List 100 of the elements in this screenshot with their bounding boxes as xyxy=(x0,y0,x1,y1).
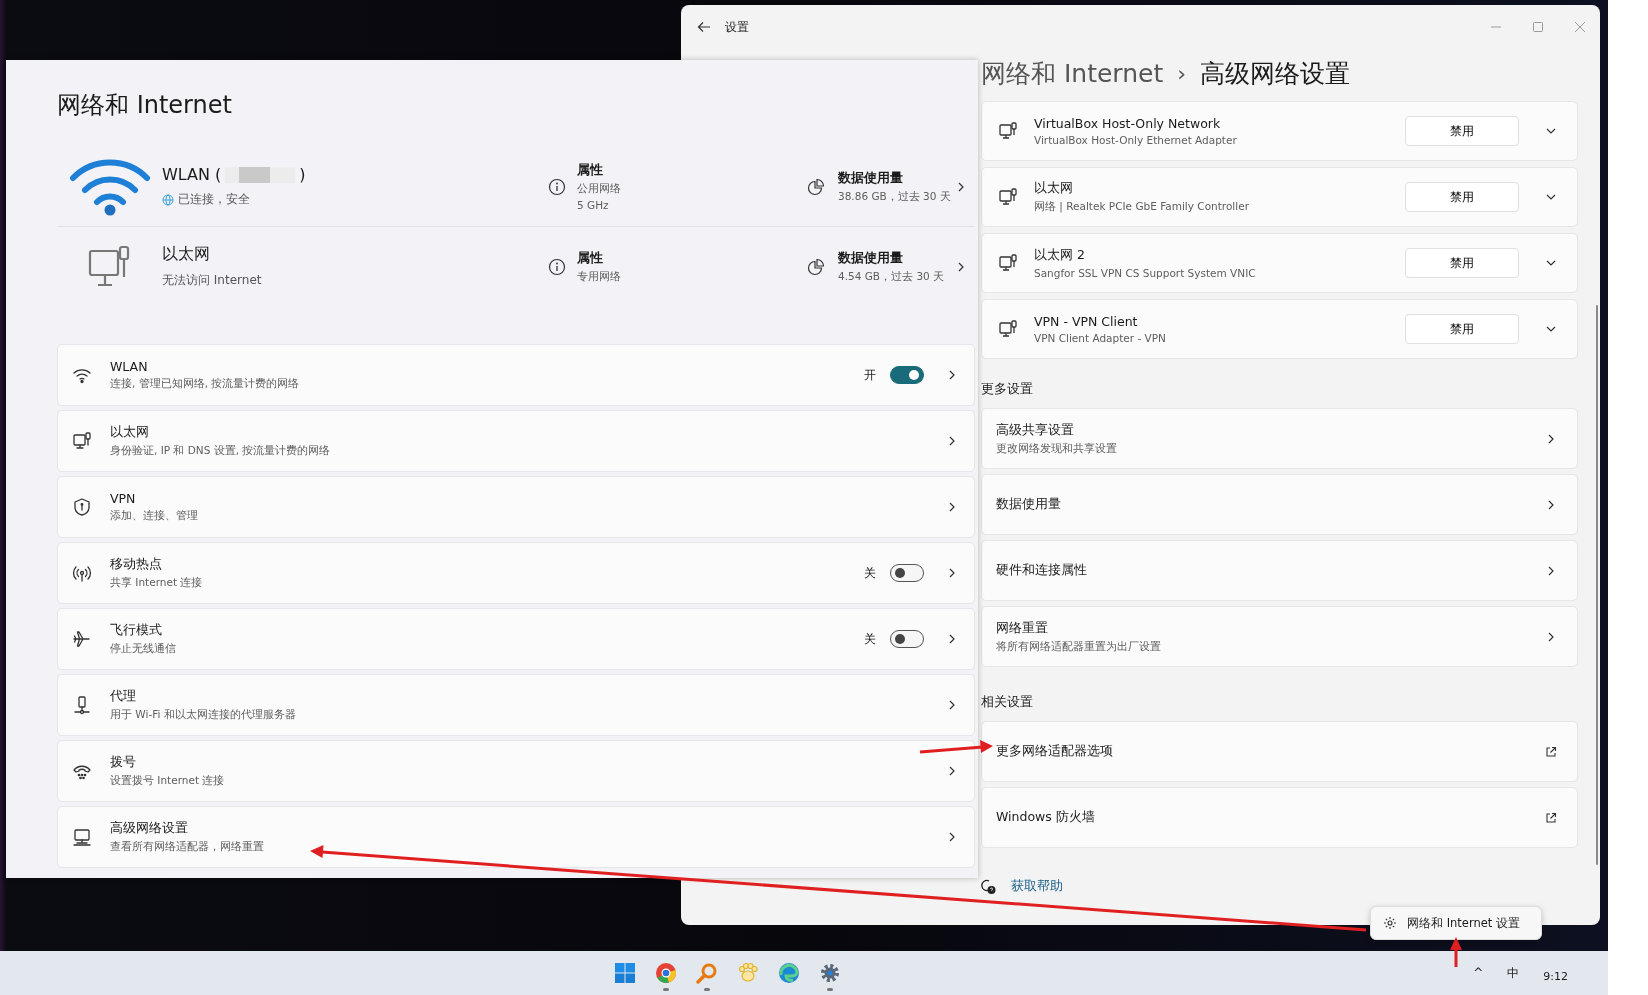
stand-icon xyxy=(72,695,92,715)
adapter-name: 以太网 xyxy=(1034,180,1074,197)
airplane-icon xyxy=(72,629,92,649)
setting-title: 以太网 xyxy=(110,424,150,441)
setting-title: 飞行模式 xyxy=(110,622,163,639)
settings-card[interactable]: 代理 用于 Wi-Fi 和以太网连接的代理服务器 xyxy=(57,674,975,736)
clock[interactable]: 9:12 xyxy=(1543,969,1568,983)
adapter-description: 网络 | Realtek PCIe GbE Family Controller xyxy=(1034,200,1250,214)
settings-card[interactable]: VPN 添加、连接、管理 xyxy=(57,476,975,538)
data-usage-value: 38.86 GB，过去 30 天 xyxy=(838,189,952,204)
disable-button[interactable]: 禁用 xyxy=(1405,116,1519,146)
browser-icon[interactable] xyxy=(655,962,677,984)
breadcrumb-separator: › xyxy=(1177,60,1187,86)
section-heading: 更多设置 xyxy=(981,380,1034,398)
setting-description: 更改网络发现和共享设置 xyxy=(996,441,1118,456)
settings-card[interactable]: 硬件和连接属性 xyxy=(981,540,1578,601)
settings-card[interactable]: WLAN 连接, 管理已知网络, 按流量计费的网络 开 xyxy=(57,344,975,406)
setting-description: 查看所有网络适配器，网络重置 xyxy=(110,840,265,854)
pie-chart-icon[interactable] xyxy=(807,257,825,276)
setting-title: 高级网络设置 xyxy=(110,820,189,837)
settings-card[interactable]: 高级网络设置 查看所有网络适配器，网络重置 xyxy=(57,806,975,868)
setting-title: 高级共享设置 xyxy=(996,421,1075,439)
window-title: 设置 xyxy=(725,18,749,36)
property-value: 5 GHz xyxy=(577,199,610,211)
setting-description: 用于 Wi-Fi 和以太网连接的代理服务器 xyxy=(110,708,297,722)
connection-status: 无法访问 Internet xyxy=(162,272,262,289)
disable-button[interactable]: 禁用 xyxy=(1405,182,1519,212)
settings-card[interactable]: 飞行模式 停止无线通信 关 xyxy=(57,608,975,670)
scrollbar[interactable] xyxy=(1596,305,1598,865)
setting-title: 拨号 xyxy=(110,754,137,771)
disable-button[interactable]: 禁用 xyxy=(1405,248,1519,278)
toggle-switch[interactable] xyxy=(890,366,924,384)
adapter-name: VirtualBox Host-Only Network xyxy=(1034,116,1222,131)
settings-icon[interactable] xyxy=(819,962,841,984)
maximize-icon[interactable] xyxy=(1532,21,1544,33)
section-heading: 相关设置 xyxy=(981,693,1034,711)
help-link[interactable]: 获取帮助 xyxy=(1011,878,1063,895)
pie-chart-icon[interactable] xyxy=(807,177,825,196)
data-usage-link[interactable]: 数据使用量 xyxy=(838,169,955,187)
connection-name: WLAN ( xyxy=(162,165,222,184)
toggle-state-label: 关 xyxy=(864,564,876,582)
settings-card[interactable]: 数据使用量 xyxy=(981,474,1578,535)
monitor-icon xyxy=(87,244,132,289)
back-icon[interactable] xyxy=(697,20,711,34)
setting-title: 更多网络适配器选项 xyxy=(996,743,1114,760)
setting-description: 身份验证, IP 和 DNS 设置, 按流量计费的网络 xyxy=(110,444,332,458)
settings-card[interactable]: 拨号 设置拨号 Internet 连接 xyxy=(57,740,975,802)
setting-title: 数据使用量 xyxy=(996,496,1062,513)
swirl-icon[interactable] xyxy=(778,962,800,984)
close-icon[interactable] xyxy=(1574,21,1586,33)
setting-title: 移动热点 xyxy=(110,556,163,573)
monitor-icon xyxy=(72,431,92,451)
external-link-icon xyxy=(1545,811,1557,824)
tray-item[interactable]: 中 xyxy=(1507,964,1520,982)
monitor-icon xyxy=(998,319,1018,339)
setting-description: 将所有网络适配器重置为出厂设置 xyxy=(996,639,1162,654)
setting-description: 停止无线通信 xyxy=(110,642,177,656)
setting-title: WLAN xyxy=(110,359,149,374)
monitor-icon xyxy=(998,253,1018,273)
settings-card[interactable]: 以太网 身份验证, IP 和 DNS 设置, 按流量计费的网络 xyxy=(57,410,975,472)
setting-title: Windows 防火墙 xyxy=(996,809,1096,826)
adapter-name: VPN - VPN Client xyxy=(1034,314,1139,329)
info-icon[interactable] xyxy=(548,257,566,276)
page-heading: 高级网络设置 xyxy=(1200,57,1351,90)
adapter-name: 以太网 2 xyxy=(1034,247,1086,264)
property-value: 专用网络 xyxy=(577,269,622,284)
properties-link[interactable]: 属性 xyxy=(577,249,807,267)
settings-card[interactable]: 移动热点 共享 Internet 连接 关 xyxy=(57,542,975,604)
toggle-switch[interactable] xyxy=(890,630,924,648)
setting-description: 添加、连接、管理 xyxy=(110,509,199,523)
start-icon[interactable] xyxy=(614,962,636,984)
connection-status: 已连接，安全 xyxy=(178,191,250,208)
wifi-icon xyxy=(68,157,151,216)
toggle-state-label: 关 xyxy=(864,630,876,648)
settings-card[interactable]: 高级共享设置 更改网络发现和共享设置 xyxy=(981,408,1578,469)
disable-button[interactable]: 禁用 xyxy=(1405,314,1519,344)
setting-title: 网络重置 xyxy=(996,619,1049,637)
property-value: 公用网络 xyxy=(577,182,622,196)
properties-link[interactable]: 属性 xyxy=(577,162,807,179)
settings-card[interactable]: Windows 防火墙 xyxy=(981,787,1578,848)
tray-item[interactable]: ^ xyxy=(1473,966,1484,980)
external-link-icon xyxy=(1545,745,1557,758)
page-title: 网络和 Internet xyxy=(57,90,233,121)
monitor-icon xyxy=(998,121,1018,141)
setting-title: VPN xyxy=(110,491,137,506)
breadcrumb-link[interactable]: 网络和 Internet xyxy=(981,56,1164,90)
setting-description: 连接, 管理已知网络, 按流量计费的网络 xyxy=(110,377,301,391)
computer-icon xyxy=(72,827,92,847)
settings-card[interactable]: 更多网络适配器选项 xyxy=(981,721,1578,782)
setting-title: 代理 xyxy=(110,688,137,705)
data-usage-link[interactable]: 数据使用量 xyxy=(838,249,955,267)
shield-icon xyxy=(72,497,92,517)
settings-card[interactable]: 网络重置 将所有网络适配器重置为出厂设置 xyxy=(981,606,1578,667)
annotation-arrow xyxy=(1450,937,1462,967)
toggle-switch[interactable] xyxy=(890,564,924,582)
adapter-description: VirtualBox Host-Only Ethernet Adapter xyxy=(1034,134,1238,146)
setting-description: 设置拨号 Internet 连接 xyxy=(110,774,226,788)
network-settings-button[interactable]: 网络和 Internet 设置 xyxy=(1370,906,1542,940)
monitor-icon xyxy=(998,187,1018,207)
info-icon[interactable] xyxy=(548,177,566,196)
